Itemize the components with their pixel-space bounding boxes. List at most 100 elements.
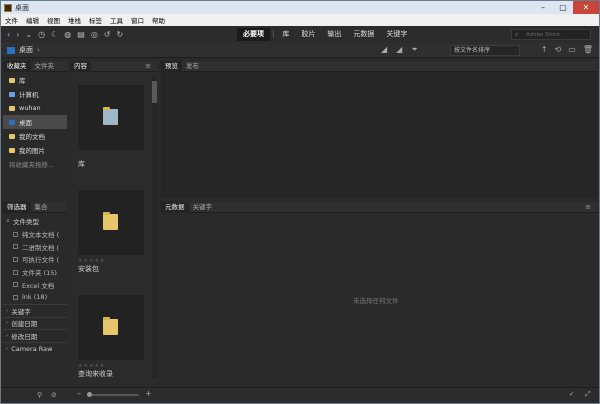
menu-label[interactable]: 标签 <box>85 15 106 25</box>
slider-handle[interactable] <box>87 392 92 397</box>
forward-icon[interactable]: › <box>16 30 19 39</box>
workspace-filmstrip[interactable]: 胶片 <box>295 28 321 41</box>
content-scrollbar[interactable] <box>152 76 157 378</box>
favorite-item-documents[interactable]: 我的文档 <box>3 129 67 143</box>
no-file-selected-text: 未选择任何文件 <box>353 297 399 305</box>
content-item[interactable]: ★★★★★ 查询来收录 <box>78 295 144 378</box>
tab-preview[interactable]: 预览 <box>161 60 182 72</box>
filter-option[interactable]: 纯文本文档 ( <box>3 228 67 241</box>
open-in-camera-raw-icon[interactable]: ◎ <box>91 30 98 39</box>
checkbox[interactable] <box>13 282 18 288</box>
favorite-item-computer[interactable]: 计算机 <box>3 87 67 101</box>
checkbox[interactable] <box>13 231 18 237</box>
panel-menu-icon[interactable]: ≡ <box>141 61 155 72</box>
tab-favorites[interactable]: 收藏夹 <box>3 60 31 72</box>
panel-menu-icon[interactable]: ≡ <box>581 202 595 213</box>
sort-ascending-icon[interactable]: ↑ <box>541 45 548 54</box>
filter-section-camera-raw[interactable]: › Camera Raw <box>3 341 67 355</box>
new-folder-icon[interactable]: ▭ <box>568 45 576 54</box>
no-entry-icon[interactable]: ⊘ <box>51 391 57 399</box>
checkbox[interactable] <box>13 256 18 262</box>
filter-section-date-modified[interactable]: › 修改日期 <box>3 329 67 342</box>
filter-option[interactable]: Excel 文档 <box>3 278 67 291</box>
menu-edit[interactable]: 编辑 <box>22 15 43 25</box>
breadcrumb-chevron-icon[interactable]: › <box>37 46 40 54</box>
trash-icon[interactable]: 🗑 <box>583 45 593 54</box>
tab-filter[interactable]: 筛选器 <box>3 201 31 213</box>
workspace-metadata[interactable]: 元数据 <box>347 28 380 41</box>
parent-folder-icon[interactable]: ⌄ <box>25 30 32 39</box>
window-title: 桌面 <box>15 3 29 12</box>
content-item[interactable]: 库 <box>78 85 144 168</box>
zoom-in-icon[interactable]: + <box>145 389 152 398</box>
checkbox[interactable] <box>13 244 18 250</box>
star-filter-icon[interactable]: ◢ <box>396 45 402 55</box>
thumbnail-size-slider[interactable] <box>87 392 139 397</box>
filter-option[interactable]: 文件夹 (15) <box>3 266 67 279</box>
workspace-keywords[interactable]: 关键字 <box>380 28 413 41</box>
maximize-button[interactable]: ▢ <box>553 1 573 14</box>
favorite-item-desktop[interactable]: 桌面 <box>3 115 67 129</box>
tab-collections[interactable]: 集合 <box>31 202 52 213</box>
accept-icon[interactable]: ✓ <box>569 390 575 398</box>
tab-folders[interactable]: 文件夹 <box>31 61 59 72</box>
boomerang-icon[interactable]: ☾ <box>51 30 58 39</box>
minimize-button[interactable]: – <box>533 1 553 14</box>
filter-option[interactable]: 可执行文件 ( <box>3 253 67 266</box>
chevron-right-icon: › <box>6 345 9 352</box>
tab-publish[interactable]: 发布 <box>182 61 203 72</box>
favorite-item-pictures[interactable]: 我的图片 <box>3 143 67 157</box>
filter-option-label: Excel 文档 <box>22 281 55 290</box>
window-controls: – ▢ ✕ <box>533 1 599 14</box>
search-placeholder: Adobe Stock <box>526 32 561 38</box>
filter-option[interactable]: 二进制文档 ( <box>3 240 67 253</box>
favorite-item-library[interactable]: 库 <box>3 73 67 87</box>
rotate-right-icon[interactable]: ↻ <box>117 30 124 39</box>
menu-file[interactable]: 文件 <box>1 15 22 25</box>
filter-section-date-created[interactable]: › 创建日期 <box>3 316 67 330</box>
favorites-panel: 收藏夹 文件夹 库 计算机 wuhan 桌面 我的文档 我的图片 将收藏夹拖移.… <box>3 60 67 197</box>
folder-icon <box>103 212 118 230</box>
chevron-right-icon: › <box>6 320 9 327</box>
recent-icon[interactable]: ◷ <box>38 30 45 39</box>
workspace-essentials[interactable]: 必要项 <box>237 28 270 41</box>
tab-keywords[interactable]: 关键字 <box>189 202 217 213</box>
menu-tools[interactable]: 工具 <box>106 15 127 25</box>
checkbox[interactable] <box>13 294 18 300</box>
refine-icon[interactable]: ▤ <box>77 30 85 39</box>
back-icon[interactable]: ‹ <box>7 30 10 39</box>
tab-content[interactable]: 内容 <box>70 60 91 72</box>
scrollbar-thumb[interactable] <box>152 81 157 103</box>
camera-import-icon[interactable]: ◍ <box>64 30 71 39</box>
menu-stack[interactable]: 堆栈 <box>64 15 85 25</box>
app-icon <box>4 3 12 12</box>
recent-files-icon[interactable]: ⟲ <box>555 45 562 54</box>
zoom-out-icon[interactable]: – <box>77 389 81 398</box>
content-item[interactable]: ★★★★★ 安装包 <box>78 190 144 273</box>
favorite-label: 我的文档 <box>19 133 45 141</box>
sort-dropdown[interactable]: 按文件名排序 <box>450 45 520 56</box>
favorite-item-wuhan[interactable]: wuhan <box>3 101 67 115</box>
close-button[interactable]: ✕ <box>573 1 599 14</box>
favorite-label: 桌面 <box>19 119 32 127</box>
filter-section-file-type[interactable]: ∨ 文件类型 <box>3 215 67 228</box>
expand-icon[interactable]: ⤢ <box>585 390 591 399</box>
workspace-library[interactable]: 库 <box>276 28 295 41</box>
computer-icon <box>9 91 15 97</box>
tab-metadata[interactable]: 元数据 <box>161 201 189 213</box>
quality-icon[interactable]: ◢ <box>381 45 387 55</box>
rotate-left-icon[interactable]: ↺ <box>104 30 111 39</box>
filter-option[interactable]: lnk (18) <box>3 291 67 304</box>
filter-section-keywords[interactable]: › 关键字 <box>3 303 67 317</box>
filter-items-icon[interactable]: ⏷ <box>411 45 417 55</box>
folder-icon <box>103 317 118 335</box>
checkbox[interactable] <box>13 269 18 275</box>
pin-icon[interactable]: ⚲ <box>37 391 42 399</box>
search-input[interactable]: ⌕ Adobe Stock <box>511 29 591 40</box>
menu-help[interactable]: 帮助 <box>148 15 169 25</box>
desktop-icon <box>7 46 15 54</box>
menu-view[interactable]: 视图 <box>43 15 64 25</box>
breadcrumb-current[interactable]: 桌面 <box>19 45 33 55</box>
workspace-output[interactable]: 输出 <box>321 28 347 41</box>
menu-window[interactable]: 窗口 <box>127 15 148 25</box>
